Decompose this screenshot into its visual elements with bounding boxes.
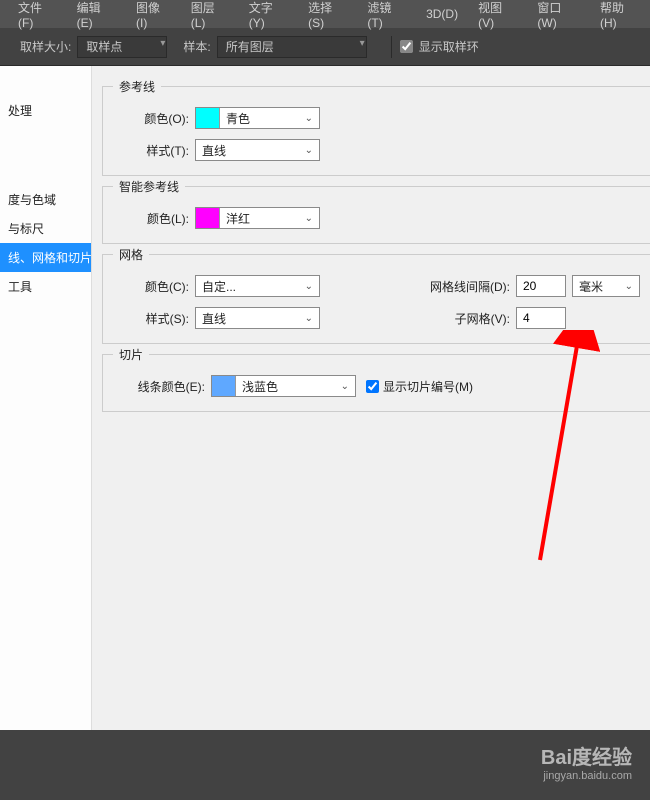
toolbar-divider (391, 36, 392, 58)
slice-color-label: 线条颜色(E): (115, 378, 205, 395)
grid-group-title: 网格 (113, 246, 149, 263)
chevron-down-icon: ⌄ (299, 313, 319, 324)
menu-image[interactable]: 图像(I) (126, 0, 181, 30)
smart-guides-color-label: 颜色(L): (115, 210, 189, 227)
gridline-every-label: 网格线间隔(D): (430, 278, 510, 295)
slice-color-select[interactable]: 浅蓝色 ⌄ (211, 375, 356, 397)
grid-style-label: 样式(S): (115, 310, 189, 327)
preferences-panel: 参考线 颜色(O): 青色 ⌄ 样式(T): 直线 ⌄ 智能参考线 (92, 66, 650, 800)
guides-style-value: 直线 (196, 142, 299, 159)
options-bar: 取样大小: 取样点 样本: 所有图层 显示取样环 (0, 28, 650, 66)
menu-window[interactable]: 窗口(W) (527, 0, 590, 30)
subdivisions-label: 子网格(V): (455, 310, 510, 327)
guides-color-value: 青色 (220, 110, 299, 127)
grid-group: 网格 颜色(C): 自定... ⌄ 网格线间隔(D): 毫米 ⌄ 样式(S): (102, 254, 650, 344)
sidebar-item-handling[interactable]: 处理 (0, 96, 91, 125)
menu-type[interactable]: 文字(Y) (239, 0, 298, 30)
watermark: Bai度经验 jingyan.baidu.com (541, 741, 632, 782)
guides-color-label: 颜色(O): (115, 110, 189, 127)
sample-select[interactable]: 所有图层 (217, 36, 367, 58)
chevron-down-icon: ⌄ (299, 113, 319, 124)
show-sampling-ring-label: 显示取样环 (419, 38, 479, 55)
color-swatch-cyan (196, 108, 220, 128)
chevron-down-icon: ⌄ (619, 281, 639, 292)
menu-select[interactable]: 选择(S) (298, 0, 357, 30)
grid-style-select[interactable]: 直线 ⌄ (195, 307, 320, 329)
grid-color-select[interactable]: 自定... ⌄ (195, 275, 320, 297)
menu-3d[interactable]: 3D(D) (416, 7, 468, 21)
chevron-down-icon: ⌄ (299, 145, 319, 156)
guides-group-title: 参考线 (113, 78, 161, 95)
show-slice-numbers-label: 显示切片编号(M) (383, 378, 473, 395)
slice-group-title: 切片 (113, 346, 149, 363)
menu-file[interactable]: 文件(F) (8, 0, 67, 30)
grid-color-value: 自定... (196, 278, 299, 295)
grid-style-value: 直线 (196, 310, 299, 327)
smart-guides-group-title: 智能参考线 (113, 178, 185, 195)
sample-size-select[interactable]: 取样点 (77, 36, 167, 58)
watermark-logo: Bai度经验 (541, 741, 632, 770)
menu-layer[interactable]: 图层(L) (181, 0, 239, 30)
chevron-down-icon: ⌄ (335, 381, 355, 392)
color-swatch-lightblue (212, 376, 236, 396)
guides-group: 参考线 颜色(O): 青色 ⌄ 样式(T): 直线 ⌄ (102, 86, 650, 176)
menubar: 文件(F) 编辑(E) 图像(I) 图层(L) 文字(Y) 选择(S) 滤镜(T… (0, 0, 650, 28)
menu-help[interactable]: 帮助(H) (590, 0, 650, 30)
grid-color-label: 颜色(C): (115, 278, 189, 295)
preferences-sidebar: 处理 度与色域 与标尺 线、网格和切片 工具 (0, 66, 92, 800)
chevron-down-icon: ⌄ (299, 213, 319, 224)
slice-color-value: 浅蓝色 (236, 378, 335, 395)
smart-guides-color-value: 洋红 (220, 210, 299, 227)
smart-guides-group: 智能参考线 颜色(L): 洋红 ⌄ (102, 186, 650, 244)
sample-label: 样本: (183, 38, 210, 55)
color-swatch-magenta (196, 208, 220, 228)
guides-color-select[interactable]: 青色 ⌄ (195, 107, 320, 129)
menu-view[interactable]: 视图(V) (468, 0, 527, 30)
watermark-url: jingyan.baidu.com (541, 770, 632, 782)
sidebar-item-tools[interactable]: 工具 (0, 272, 91, 301)
smart-guides-color-select[interactable]: 洋红 ⌄ (195, 207, 320, 229)
menu-filter[interactable]: 滤镜(T) (357, 0, 416, 30)
sidebar-item-guides-grid-slices[interactable]: 线、网格和切片 (0, 243, 91, 272)
chevron-down-icon: ⌄ (299, 281, 319, 292)
menu-edit[interactable]: 编辑(E) (67, 0, 126, 30)
show-slice-numbers-checkbox[interactable] (366, 380, 379, 393)
slice-group: 切片 线条颜色(E): 浅蓝色 ⌄ 显示切片编号(M) (102, 354, 650, 412)
gridline-every-input[interactable] (516, 275, 566, 297)
guides-style-select[interactable]: 直线 ⌄ (195, 139, 320, 161)
sidebar-item-gamut[interactable]: 度与色域 (0, 185, 91, 214)
guides-style-label: 样式(T): (115, 142, 189, 159)
show-sampling-ring-checkbox[interactable] (400, 40, 413, 53)
sidebar-item-rulers[interactable]: 与标尺 (0, 214, 91, 243)
gridline-unit-select[interactable]: 毫米 ⌄ (572, 275, 640, 297)
gridline-unit-value: 毫米 (573, 278, 619, 295)
sample-size-label: 取样大小: (20, 38, 71, 55)
subdivisions-input[interactable] (516, 307, 566, 329)
